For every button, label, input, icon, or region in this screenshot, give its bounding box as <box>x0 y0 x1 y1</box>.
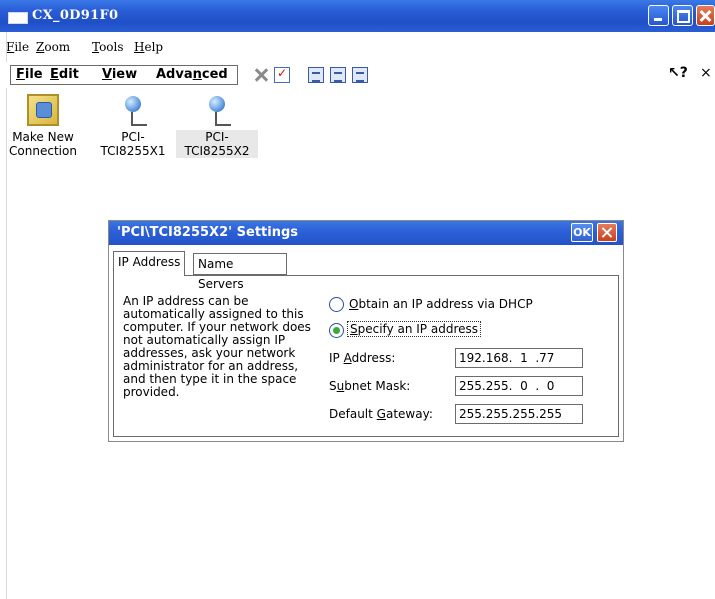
details-view-icon[interactable] <box>352 67 368 83</box>
window-titlebar[interactable]: CX_0D91F0 <box>0 0 715 32</box>
command-bar-close-button[interactable]: × <box>700 65 712 81</box>
tab-ip-address[interactable]: IP Address <box>113 251 186 276</box>
minimize-button[interactable] <box>648 5 669 26</box>
dialog-title: 'PCI\TCI8255X2' Settings <box>117 225 298 240</box>
dialog-close-button[interactable] <box>597 223 617 242</box>
delete-icon[interactable] <box>253 67 269 83</box>
command-menu-file[interactable]: File <box>16 67 43 82</box>
item-label: Connection <box>9 144 77 158</box>
item-label: PCI- <box>205 130 229 144</box>
make-new-connection-item[interactable]: Make New Connection <box>2 94 84 158</box>
item-label: TCI8255X2 <box>184 144 250 158</box>
dhcp-radio[interactable] <box>329 297 344 312</box>
properties-icon[interactable] <box>274 66 290 83</box>
item-label: TCI8255X1 <box>100 144 166 158</box>
ip-address-field[interactable]: 192.168. 1 .77 <box>455 348 583 368</box>
connection-item-tci8255x2[interactable]: PCI- TCI8255X2 <box>176 94 258 158</box>
maximize-button[interactable] <box>672 5 693 26</box>
connection-item-tci8255x1[interactable]: PCI- TCI8255X1 <box>92 94 174 158</box>
window-icon <box>8 12 28 24</box>
menu-file[interactable]: File <box>6 40 29 54</box>
large-icons-view-icon[interactable] <box>308 67 324 83</box>
connection-wizard-icon <box>27 94 59 126</box>
small-icons-view-icon[interactable] <box>330 67 346 83</box>
dialog-titlebar[interactable]: 'PCI\TCI8255X2' Settings OK <box>109 221 623 245</box>
specify-ip-radio[interactable] <box>329 323 344 338</box>
ok-button[interactable]: OK <box>571 223 593 242</box>
item-label: PCI- <box>121 130 145 144</box>
close-window-button[interactable] <box>696 5 715 26</box>
ip-description: An IP address can be automatically assig… <box>123 294 311 399</box>
command-menu-edit[interactable]: Edit <box>50 67 79 82</box>
specify-ip-radio-label[interactable]: Specify an IP address <box>347 321 481 337</box>
default-gateway-field[interactable]: 255.255.255.255 <box>455 404 583 424</box>
network-adapter-icon <box>201 94 233 126</box>
command-bar: File Edit View Advanced ↖? × <box>6 62 715 88</box>
default-gateway-label: Default Gateway: <box>329 407 433 421</box>
item-label: Make New <box>12 130 74 144</box>
outer-menu-bar: File Zoom Tools Help <box>0 36 715 60</box>
command-menu-view[interactable]: View <box>102 67 137 82</box>
command-menu-advanced[interactable]: Advanced <box>156 67 228 82</box>
subnet-mask-label: Subnet Mask: <box>329 379 411 393</box>
help-pointer-icon[interactable]: ↖? <box>668 65 688 81</box>
tab-name-servers[interactable]: Name Servers <box>193 253 287 291</box>
window-title: CX_0D91F0 <box>32 8 119 23</box>
dhcp-radio-label[interactable]: Obtain an IP address via DHCP <box>349 297 533 311</box>
network-adapter-icon <box>117 94 149 126</box>
menu-help[interactable]: Help <box>134 40 163 54</box>
subnet-mask-field[interactable]: 255.255. 0 . 0 <box>455 376 583 396</box>
settings-dialog: 'PCI\TCI8255X2' Settings OK IP Address N… <box>108 220 624 442</box>
menu-tools[interactable]: Tools <box>92 40 124 54</box>
ip-address-label: IP Address: <box>329 351 396 365</box>
menu-zoom[interactable]: Zoom <box>36 40 70 54</box>
